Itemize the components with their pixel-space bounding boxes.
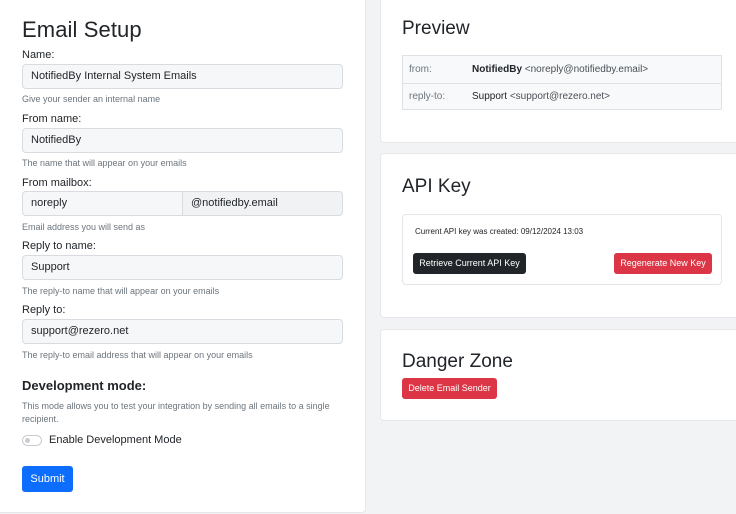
from-name-input[interactable]: NotifiedBy (22, 128, 343, 153)
retrieve-api-key-button[interactable]: Retrieve Current API Key (413, 253, 526, 274)
api-key-title: API Key (402, 176, 471, 197)
dev-mode-title: Development mode: (22, 378, 147, 393)
name-label: Name: (22, 49, 55, 61)
dev-mode-description: This mode allows you to test your integr… (22, 401, 330, 424)
api-key-created-text: Current API key was created: 09/12/2024 … (415, 227, 584, 236)
from-mailbox-input[interactable]: noreply (22, 191, 183, 216)
name-input[interactable]: NotifiedBy Internal System Emails (22, 64, 343, 89)
mailbox-domain-addon: @notifiedby.email (182, 191, 343, 216)
toggle-knob (25, 438, 30, 443)
preview-reply-key: reply-to: (409, 91, 446, 102)
regenerate-api-key-button[interactable]: Regenerate New Key (614, 253, 712, 274)
delete-email-sender-button[interactable]: Delete Email Sender (402, 378, 497, 399)
reply-to-label: Reply to: (22, 304, 66, 316)
dev-mode-toggle-label[interactable]: Enable Development Mode (49, 434, 182, 446)
preview-from-address: <noreply@notifiedby.email> (524, 64, 649, 75)
preview-reply-name: Support (472, 91, 508, 102)
reply-to-help: The reply-to email address that will app… (22, 350, 253, 360)
preview-table: from: NotifiedBy <noreply@notifiedby.ema… (402, 55, 722, 110)
reply-to-input[interactable]: support@rezero.net (22, 319, 343, 344)
danger-zone-card (380, 329, 736, 421)
from-name-help: The name that will appear on your emails (22, 158, 187, 168)
reply-name-help: The reply-to name that will appear on yo… (22, 286, 220, 296)
preview-reply-value: Support <support@rezero.net> (472, 83, 610, 110)
danger-zone-title: Danger Zone (402, 351, 513, 372)
dev-mode-toggle[interactable] (22, 435, 42, 446)
reply-name-label: Reply to name: (22, 240, 96, 252)
api-key-box: Current API key was created: 09/12/2024 … (402, 214, 722, 285)
preview-title: Preview (402, 18, 470, 39)
preview-from-value: NotifiedBy <noreply@notifiedby.email> (472, 56, 648, 83)
name-help: Give your sender an internal name (22, 94, 161, 104)
preview-from-row: from: NotifiedBy <noreply@notifiedby.ema… (403, 56, 721, 84)
preview-reply-address: <support@rezero.net> (509, 91, 611, 102)
submit-button[interactable]: Submit (22, 466, 73, 492)
page-title: Email Setup (22, 17, 142, 42)
preview-from-key: from: (409, 64, 432, 75)
reply-name-input[interactable]: Support (22, 255, 343, 280)
from-name-label: From name: (22, 113, 82, 125)
from-mailbox-label: From mailbox: (22, 177, 92, 189)
from-mailbox-help: Email address you will send as (22, 222, 146, 232)
preview-reply-row: reply-to: Support <support@rezero.net> (403, 83, 721, 110)
preview-from-name: NotifiedBy (472, 64, 522, 75)
